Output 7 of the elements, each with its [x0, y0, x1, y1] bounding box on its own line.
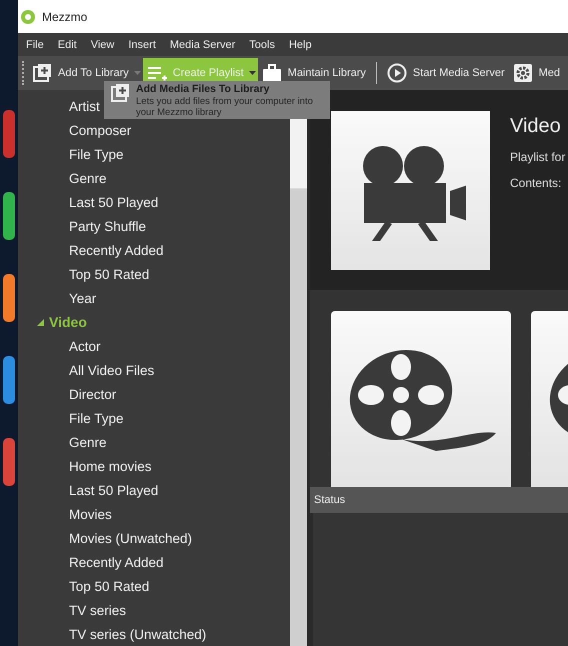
details-text: Contents: [510, 176, 562, 190]
tooltip-text: Lets you add files from your computer into your Mezzmo library [136, 96, 314, 118]
status-title: Status [314, 494, 346, 506]
details-text: Playlist for [510, 150, 566, 164]
group-label: Video [49, 314, 87, 330]
window-title: Mezzmo [42, 10, 88, 24]
details-title: Video [510, 115, 562, 138]
